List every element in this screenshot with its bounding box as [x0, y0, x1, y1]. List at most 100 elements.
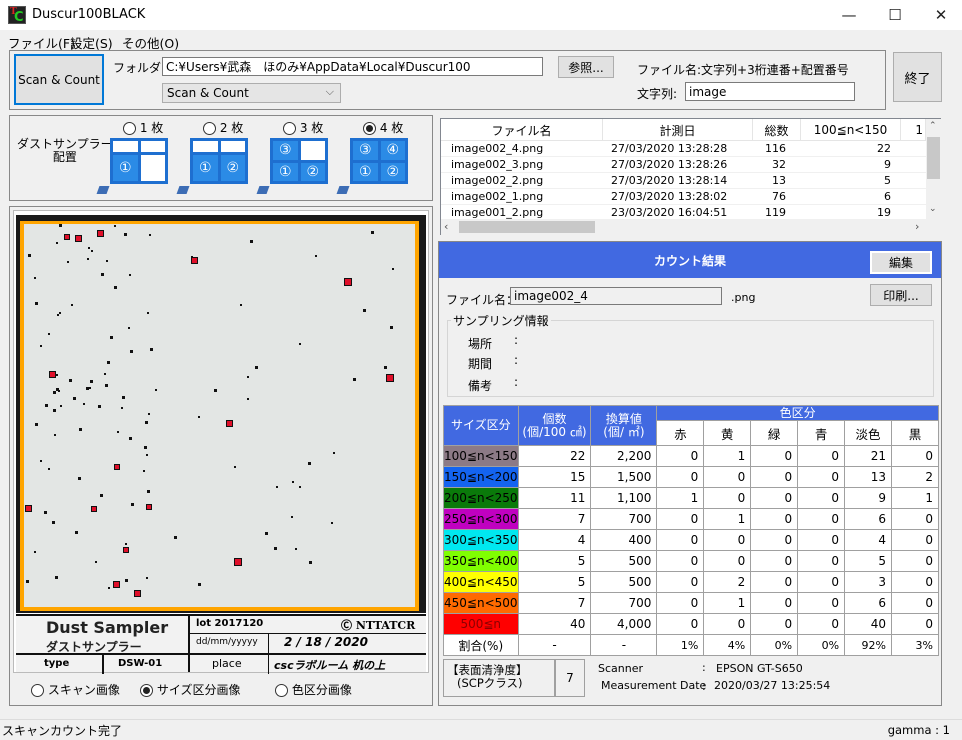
count-value: 11	[517, 487, 592, 509]
result-filename-input[interactable]: image002_4	[510, 287, 722, 305]
count-table: サイズ区分 個数 (個/100 ㎠) 換算値 (個/ ㎡) 色区分 赤黄緑青淡色黒 …	[443, 404, 939, 656]
radio-circle[interactable]	[275, 684, 288, 697]
particle-mark	[40, 460, 42, 462]
radio-circle[interactable]	[123, 122, 136, 135]
sampler-image[interactable]: Dust Sampler ダストサンプラー lot 2017120 Ⓒ NTTA…	[13, 210, 429, 674]
color-count: 0	[750, 487, 799, 509]
converted-value: 1,500	[590, 466, 658, 488]
layout-icon-3[interactable]: ③ ①②	[270, 138, 328, 184]
particle-mark	[35, 423, 38, 426]
view-option-3[interactable]: 色区分画像	[275, 681, 352, 698]
browse-button[interactable]: 参照...	[558, 56, 614, 78]
particle-mark	[40, 345, 42, 347]
maximize-icon[interactable]: ☐	[872, 0, 918, 30]
sampler-orange-border	[20, 221, 419, 611]
file-list[interactable]: ファイル名 計測日 総数 100≦n<150 1 image002_4.png 2…	[440, 118, 941, 235]
particle-mark	[114, 225, 116, 227]
file-list-row[interactable]: image002_4.png 27/03/2020 13:28:28 116 22	[441, 141, 926, 157]
view-option-2[interactable]: サイズ区分画像	[140, 681, 240, 698]
close-icon[interactable]: ✕	[918, 0, 962, 30]
layout-radio-3[interactable]: 3 枚	[283, 119, 323, 136]
color-count: 0	[891, 592, 939, 614]
vertical-scroll-thumb[interactable]	[927, 137, 940, 179]
particle-mark	[78, 477, 81, 480]
count-value: 15	[517, 466, 592, 488]
converted-value: 400	[590, 529, 658, 551]
layout-icon-2[interactable]: ①②	[190, 138, 248, 184]
size-category: 250≦n<300	[443, 508, 519, 530]
minimize-icon[interactable]: —	[826, 0, 872, 30]
view-option-1[interactable]: スキャン画像	[31, 681, 120, 698]
col-filename[interactable]: ファイル名	[441, 119, 603, 141]
col-total[interactable]: 総数	[753, 119, 801, 141]
layout-radio-4[interactable]: 4 枚	[363, 119, 403, 136]
particle-mark	[54, 434, 56, 436]
particle-mark	[128, 327, 130, 329]
col-next[interactable]: 1	[901, 119, 926, 141]
particle-mark	[48, 468, 50, 470]
header-count: 個数 (個/100 ㎠)	[517, 405, 592, 446]
file-list-row[interactable]: image002_3.png 27/03/2020 13:28:26 32 9	[441, 157, 926, 173]
particle-mark	[386, 374, 394, 382]
color-count: 0	[703, 529, 752, 551]
radio-circle[interactable]	[31, 684, 44, 697]
scanner-value: EPSON GT-S650	[716, 662, 803, 675]
color-count: 0	[703, 487, 752, 509]
color-count: 0	[703, 613, 752, 635]
horizontal-scrollbar[interactable]: ‹ ›	[441, 219, 941, 235]
color-count: 0	[797, 445, 846, 467]
status-bar	[0, 719, 962, 740]
scroll-up-icon[interactable]: ⌃	[929, 121, 937, 131]
particle-mark	[101, 273, 104, 276]
print-button[interactable]: 印刷...	[870, 284, 932, 306]
mode-select[interactable]: Scan & Count ⌵	[162, 83, 341, 103]
particle-mark	[191, 257, 198, 264]
particle-mark	[291, 516, 293, 518]
vertical-scrollbar[interactable]: ⌃ ⌄	[926, 119, 941, 219]
count-row: 250≦n<300 7 700 0 1 0 0 6 0	[443, 508, 939, 530]
color-count: 0	[656, 445, 705, 467]
count-value: 5	[517, 571, 592, 593]
particle-mark	[55, 576, 58, 579]
particle-mark	[73, 397, 76, 400]
converted-value: 2,200	[590, 445, 658, 467]
layout-icon-1[interactable]: ①	[110, 138, 168, 184]
string-input[interactable]: image	[685, 82, 855, 101]
sampler-date-value: 2 / 18 / 2020	[284, 635, 368, 649]
horizontal-scroll-thumb[interactable]	[459, 221, 595, 233]
particle-mark	[75, 531, 78, 534]
color-count: 0	[891, 508, 939, 530]
scan-count-button[interactable]: Scan & Count	[14, 54, 104, 105]
scroll-left-icon[interactable]: ‹	[444, 220, 448, 233]
file-list-row[interactable]: image002_1.png 27/03/2020 13:28:02 76 6	[441, 189, 926, 205]
radio-circle[interactable]	[203, 122, 216, 135]
particle-mark	[145, 421, 148, 424]
particle-mark	[52, 521, 55, 524]
scroll-down-icon[interactable]: ⌄	[929, 204, 937, 214]
exit-button[interactable]: 終了	[893, 52, 942, 102]
scroll-right-icon[interactable]: ›	[915, 220, 919, 233]
col-date[interactable]: 計測日	[603, 119, 753, 141]
brand-text: NTTATCR	[355, 619, 416, 632]
ratio-row: 割合(%) - -1% 4% 0% 0% 92% 3%	[443, 634, 939, 656]
layout-cell: ③	[353, 141, 378, 160]
edit-button[interactable]: 編集	[870, 251, 932, 274]
layout-cell: ①	[193, 154, 218, 181]
col-100-150[interactable]: 100≦n<150	[801, 119, 901, 141]
layout-radio-1[interactable]: 1 枚	[123, 119, 163, 136]
color-count: 2	[703, 571, 752, 593]
radio-circle[interactable]	[283, 122, 296, 135]
particle-mark	[392, 268, 394, 270]
layout-icon-4[interactable]: ③④①②	[350, 138, 408, 184]
folder-input[interactable]: C:¥Users¥武森 ほのみ¥AppData¥Local¥Duscur100	[162, 57, 543, 76]
note-label: 備考	[468, 379, 493, 393]
particle-mark	[53, 409, 56, 412]
converted-value: 700	[590, 592, 658, 614]
sampler-label: Dust Sampler ダストサンプラー lot 2017120 Ⓒ NTTA…	[16, 614, 426, 674]
color-count: 0	[797, 592, 846, 614]
sampling-info-group	[447, 320, 934, 397]
radio-circle[interactable]	[140, 684, 153, 697]
layout-radio-2[interactable]: 2 枚	[203, 119, 243, 136]
file-list-row[interactable]: image002_2.png 27/03/2020 13:28:14 13 5	[441, 173, 926, 189]
radio-circle[interactable]	[363, 122, 376, 135]
